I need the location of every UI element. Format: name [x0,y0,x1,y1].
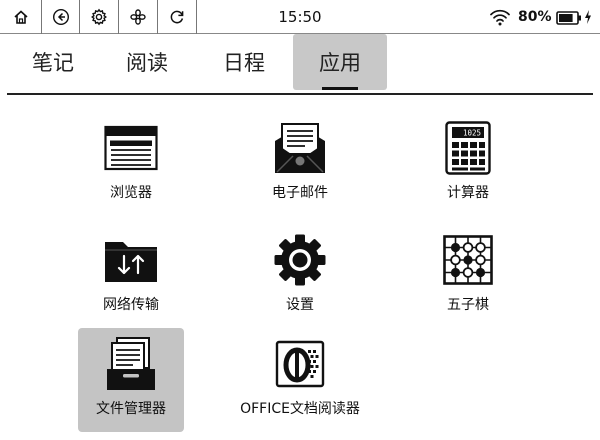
clock: 15:50 [278,8,322,26]
app-browser[interactable]: 浏览器 [78,112,184,216]
refresh-button[interactable] [158,0,197,34]
settings-button[interactable] [80,0,119,34]
app-gomoku[interactable]: 五子棋 [415,224,521,328]
wifi-icon [489,7,511,31]
app-label: 电子邮件 [272,185,328,201]
app-calculator[interactable]: 1025 计算器 [415,112,521,216]
apps-grid-icon [129,8,147,26]
settings-icon [90,8,108,26]
active-tab-indicator [322,87,358,90]
charging-icon [583,9,593,29]
calculator-display: 1025 [463,129,481,138]
back-button[interactable] [42,0,80,34]
app-label: 文件管理器 [96,401,166,417]
app-label: 浏览器 [110,185,152,201]
tab-apps[interactable]: 应用 [293,34,387,90]
category-tabs: 笔记 阅读 日程 应用 [0,34,600,92]
battery-icon [556,10,582,29]
battery-percent: 80% [518,9,552,25]
app-label: OFFICE文档阅读器 [240,401,360,417]
tabs-divider [7,93,593,95]
refresh-icon [168,8,186,26]
calculator-icon: 1025 [415,118,521,178]
tab-reading[interactable]: 阅读 [106,34,188,90]
tab-schedule[interactable]: 日程 [201,34,287,90]
office-reader-icon [247,334,353,394]
gomoku-icon [415,230,521,290]
settings-gear-icon [247,230,353,290]
tab-notes[interactable]: 笔记 [12,34,94,90]
apps-button[interactable] [119,0,158,34]
home-icon [13,9,29,25]
app-network-transfer[interactable]: 网络传输 [78,224,184,328]
app-email[interactable]: 电子邮件 [247,112,353,216]
app-label: 网络传输 [103,297,159,313]
home-button[interactable] [0,0,42,34]
app-label: 五子棋 [447,297,489,313]
email-icon [247,118,353,178]
app-office-reader[interactable]: OFFICE文档阅读器 [240,328,360,432]
browser-icon [78,118,184,178]
app-label: 设置 [286,297,314,313]
file-manager-icon [78,334,184,394]
back-icon [52,8,70,26]
app-label: 计算器 [447,185,489,201]
status-bar: 15:50 80% [0,0,600,34]
app-file-manager[interactable]: 文件管理器 [78,328,184,432]
app-settings[interactable]: 设置 [247,224,353,328]
network-transfer-icon [78,230,184,290]
